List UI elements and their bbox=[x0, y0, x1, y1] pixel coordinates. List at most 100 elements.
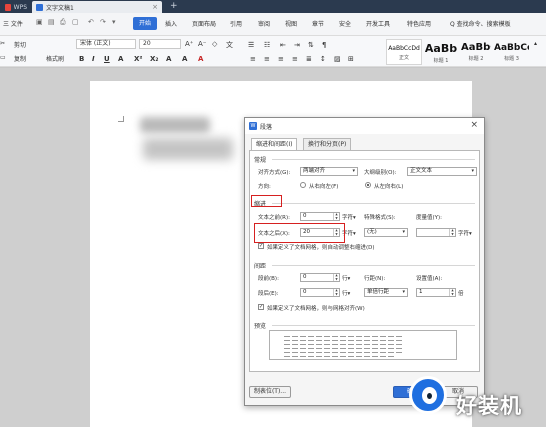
open-icon[interactable]: ▤ bbox=[48, 18, 55, 26]
cut-icon[interactable]: ✂ bbox=[0, 40, 5, 47]
font-name-select[interactable]: 宋体 (正文) bbox=[76, 39, 136, 49]
distribute-icon[interactable]: ≣ bbox=[306, 55, 312, 63]
text-effect-icon[interactable]: A bbox=[182, 55, 187, 63]
preview-line bbox=[284, 344, 404, 345]
tabs-button[interactable]: 制表位(T)... bbox=[249, 386, 291, 398]
menu-section[interactable]: 章节 bbox=[312, 19, 324, 28]
space-before-input[interactable]: 0 ▲ ▼ bbox=[300, 273, 340, 282]
spinner-icon[interactable]: ▲ ▼ bbox=[449, 228, 455, 236]
menu-security[interactable]: 安全 bbox=[339, 19, 351, 28]
tab-line-page-break[interactable]: 换行和分页(P) bbox=[303, 138, 352, 150]
align-select[interactable]: 两端对齐 ▾ bbox=[300, 167, 358, 176]
spinner-icon[interactable]: ▲ ▼ bbox=[333, 288, 339, 296]
menu-dev-tools[interactable]: 开发工具 bbox=[366, 19, 390, 28]
cut-button[interactable]: 剪切 bbox=[14, 40, 26, 49]
italic-icon[interactable]: I bbox=[92, 55, 95, 63]
indent-before-label: 文本之前(R): bbox=[258, 215, 290, 221]
decrease-indent-icon[interactable]: ⇤ bbox=[280, 41, 286, 49]
style-heading-3[interactable]: AaBbCc 标题 3 bbox=[493, 39, 530, 65]
tab-document[interactable]: 文字文稿1 × bbox=[32, 1, 162, 13]
superscript-icon[interactable]: X² bbox=[134, 55, 142, 63]
special-format-label: 特殊格式(S): bbox=[364, 215, 396, 221]
font-color-icon[interactable]: A bbox=[118, 55, 123, 63]
number-list-icon[interactable]: ☷ bbox=[264, 41, 270, 49]
underline-icon[interactable]: U bbox=[104, 55, 110, 63]
style-heading-1[interactable]: AaBb 标题 1 bbox=[423, 39, 459, 65]
line-spacing-value: 单倍行距 bbox=[367, 289, 390, 295]
border-icon[interactable]: ⊞ bbox=[348, 55, 354, 63]
section-general: 常规 bbox=[254, 157, 267, 164]
preview-icon[interactable]: ▢ bbox=[72, 18, 79, 26]
menu-page-layout[interactable]: 页面布局 bbox=[192, 19, 216, 28]
paste-icon[interactable]: ▭ bbox=[0, 54, 6, 61]
menu-start[interactable]: 开始 bbox=[133, 17, 157, 30]
rtl-radio[interactable] bbox=[300, 182, 306, 188]
menu-references[interactable]: 引用 bbox=[230, 19, 242, 28]
styles-more-icon[interactable]: ▴ bbox=[534, 40, 537, 47]
new-tab-button[interactable]: + bbox=[170, 1, 178, 11]
close-tab-icon[interactable]: × bbox=[152, 3, 158, 11]
spacing-grid-checkbox[interactable]: ✓ bbox=[258, 304, 264, 310]
space-before-unit[interactable]: 行▾ bbox=[342, 274, 350, 282]
space-after-unit[interactable]: 行▾ bbox=[342, 289, 350, 297]
spinner-icon[interactable]: ▲ ▼ bbox=[333, 273, 339, 281]
undo-icon[interactable]: ↶ bbox=[88, 18, 94, 26]
style-heading-2[interactable]: AaBbC 标题 2 bbox=[460, 39, 492, 65]
menu-insert[interactable]: 插入 bbox=[165, 19, 177, 28]
spinner-icon[interactable]: ▲ ▼ bbox=[333, 212, 339, 220]
highlight-icon[interactable]: A bbox=[166, 55, 171, 63]
shading-icon[interactable]: ▨ bbox=[334, 55, 341, 63]
menu-features[interactable]: 特色应用 bbox=[407, 19, 431, 28]
copy-button[interactable]: 复制 bbox=[14, 54, 26, 63]
bullet-list-icon[interactable]: ☰ bbox=[248, 41, 254, 49]
menu-view[interactable]: 视图 bbox=[285, 19, 297, 28]
measure-unit[interactable]: 字符▾ bbox=[458, 229, 472, 237]
align-label: 对齐方式(G): bbox=[258, 170, 291, 176]
align-right-icon[interactable]: ≡ bbox=[278, 55, 284, 63]
bold-icon[interactable]: B bbox=[79, 55, 84, 63]
measure-input[interactable]: ▲ ▼ bbox=[416, 228, 456, 237]
print-icon[interactable]: ⎙ bbox=[60, 18, 66, 27]
shrink-font-icon[interactable]: A⁻ bbox=[198, 40, 206, 48]
phonetic-icon[interactable]: 文 bbox=[226, 40, 233, 50]
align-center-icon[interactable]: ≡ bbox=[264, 55, 270, 63]
font-size-select[interactable]: 20 bbox=[139, 39, 181, 49]
redo-icon[interactable]: ↷ bbox=[100, 18, 106, 26]
format-painter-button[interactable]: 格式刷 bbox=[46, 54, 64, 63]
indent-grid-checkbox[interactable]: ✓ bbox=[258, 243, 264, 249]
outline-level-select[interactable]: 正文文本 ▾ bbox=[407, 167, 477, 176]
font-size-value: 20 bbox=[143, 40, 151, 47]
style-normal[interactable]: AaBbCcDd 正文 bbox=[386, 39, 422, 65]
chevron-down-icon: ▾ bbox=[352, 168, 355, 174]
text-color-icon[interactable]: A bbox=[198, 55, 203, 63]
space-after-input[interactable]: 0 ▲ ▼ bbox=[300, 288, 340, 297]
setting-value-input[interactable]: 1 ▲ ▼ bbox=[416, 288, 456, 297]
command-search[interactable]: Q 查找命令、搜索模板 bbox=[450, 19, 511, 28]
menu-file[interactable]: 三 文件 bbox=[3, 19, 23, 28]
line-spacing-select[interactable]: 单倍行距 ▾ bbox=[364, 288, 408, 297]
spinner-icon[interactable]: ▲ ▼ bbox=[449, 288, 455, 296]
tab-wps[interactable]: WPS bbox=[1, 1, 31, 13]
line-spacing-icon[interactable]: ↕ bbox=[320, 55, 326, 63]
increase-indent-icon[interactable]: ⇥ bbox=[294, 41, 300, 49]
style-heading-1-label: 标题 1 bbox=[433, 58, 449, 64]
divider bbox=[272, 159, 475, 160]
menu-review[interactable]: 审阅 bbox=[258, 19, 270, 28]
ltr-radio[interactable] bbox=[365, 182, 371, 188]
sort-icon[interactable]: ⇅ bbox=[308, 41, 314, 49]
close-icon[interactable]: × bbox=[470, 120, 478, 130]
grow-font-icon[interactable]: A⁺ bbox=[185, 40, 193, 48]
indent-before-input[interactable]: 0 ▲ ▼ bbox=[300, 212, 340, 221]
subscript-icon[interactable]: X₂ bbox=[150, 55, 158, 63]
tab-indent-spacing[interactable]: 缩进和间距(I) bbox=[251, 138, 298, 150]
align-left-icon[interactable]: ≡ bbox=[250, 55, 256, 63]
chevron-down-icon[interactable]: ▾ bbox=[112, 18, 116, 26]
special-format-select[interactable]: (无) ▾ bbox=[364, 228, 408, 237]
indent-before-unit[interactable]: 字符▾ bbox=[342, 213, 356, 221]
chevron-down-icon: ▾ bbox=[402, 229, 405, 235]
justify-icon[interactable]: ≡ bbox=[292, 55, 298, 63]
save-icon[interactable]: ▣ bbox=[36, 18, 43, 26]
clear-format-icon[interactable]: ◇ bbox=[212, 40, 217, 48]
section-preview: 预览 bbox=[254, 323, 267, 330]
show-marks-icon[interactable]: ¶ bbox=[322, 41, 326, 49]
